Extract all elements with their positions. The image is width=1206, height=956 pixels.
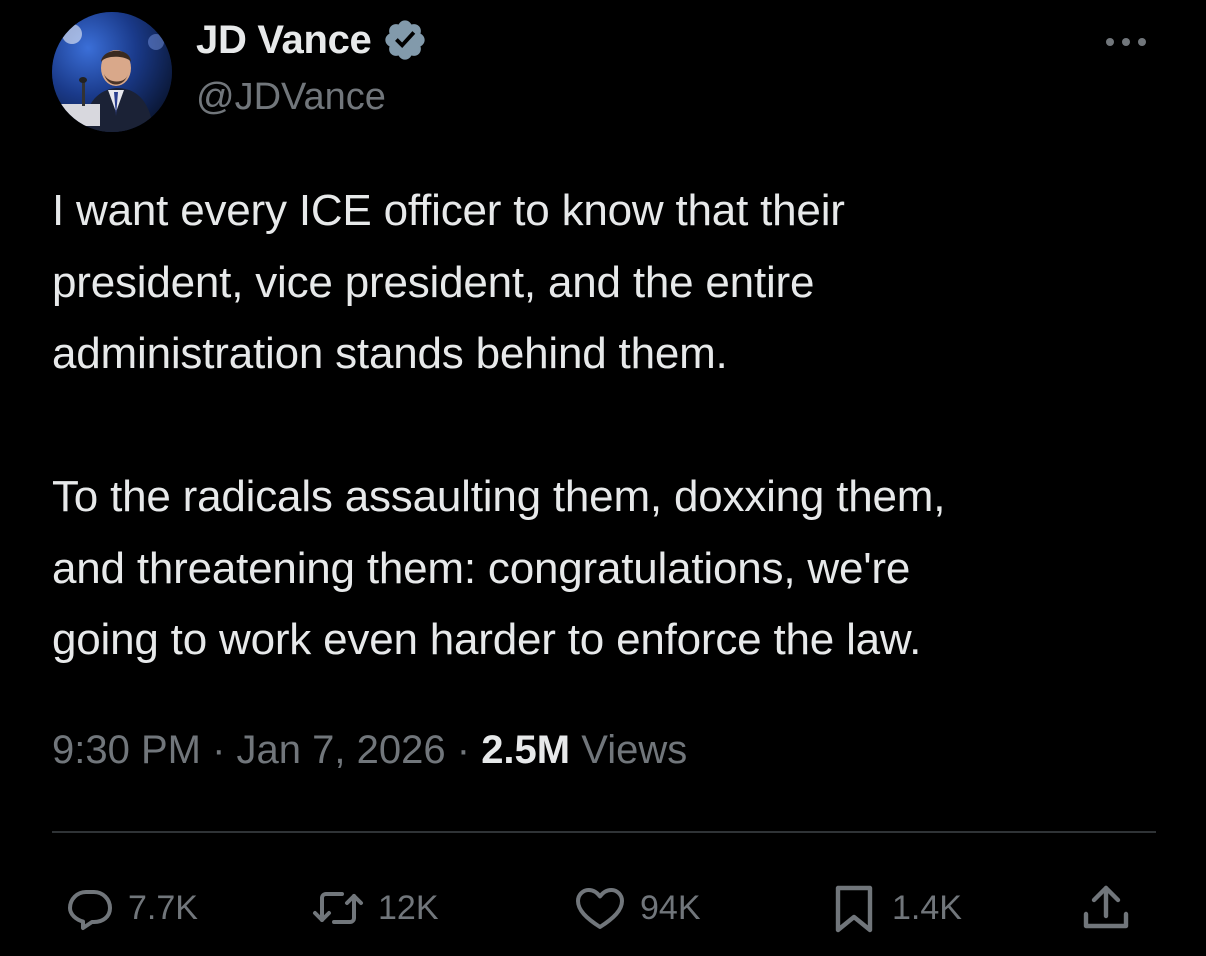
like-button[interactable]: 94K [574,878,701,938]
share-icon [1083,885,1129,929]
reply-icon [68,890,112,930]
repost-button[interactable]: 12K [312,878,439,938]
tweet-meta: 9:30 PM · Jan 7, 2026 · 2.5M Views [52,728,687,773]
reply-count: 7.7K [128,888,198,927]
verified-badge-icon[interactable] [382,17,428,63]
tweet: JD Vance @JDVance I want every ICE offic… [0,0,1206,956]
views-count: 2.5M [481,728,571,772]
tweet-date[interactable]: Jan 7, 2026 [237,728,446,772]
tweet-text: I want every ICE officer to know that th… [52,186,946,664]
share-button[interactable] [1080,878,1132,938]
more-icon[interactable] [1100,28,1152,56]
like-count: 94K [640,888,701,927]
views-label: Views [581,728,688,772]
bookmark-count: 1.4K [892,888,962,927]
bookmark-button[interactable]: 1.4K [830,878,962,938]
avatar[interactable] [52,12,172,132]
author-handle[interactable]: @JDVance [196,76,386,119]
divider [52,831,1156,833]
meta-separator: · [456,728,471,772]
avatar-image [52,12,172,132]
heart-icon [576,888,624,929]
author-display-name[interactable]: JD Vance [196,18,372,63]
reply-button[interactable]: 7.7K [66,878,198,938]
author-name-row: JD Vance [196,14,428,66]
bookmark-icon [835,885,873,933]
repost-icon [313,892,363,924]
meta-separator: · [212,728,226,772]
repost-count: 12K [378,888,439,927]
tweet-time[interactable]: 9:30 PM [52,728,201,772]
